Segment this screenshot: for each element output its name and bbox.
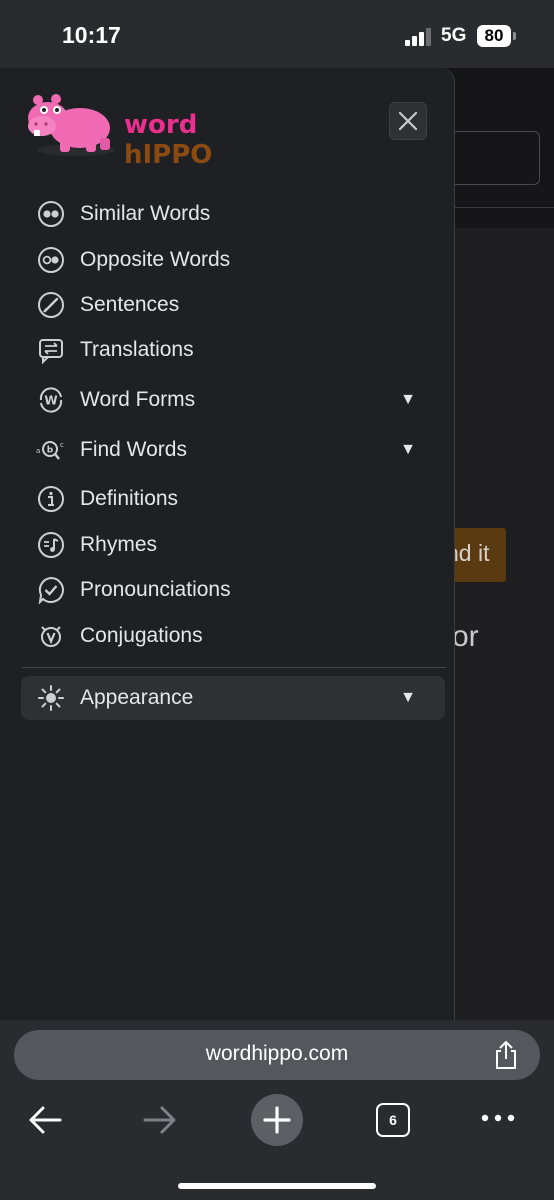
plus-icon [263,1106,291,1134]
background-divider [450,207,554,208]
logo-text: word hIPPO [124,110,274,170]
sun-icon [34,681,68,715]
menu-item-find-words[interactable]: abc Find Words ▼ [34,430,424,470]
back-arrow-icon[interactable] [28,1104,62,1136]
logo-hippo: hIPPO [124,140,213,170]
svg-text:b: b [47,446,54,456]
chevron-down-icon[interactable]: ▼ [400,689,416,707]
signal-icon [405,28,431,46]
menu-item-label: Appearance [80,686,194,709]
svg-text:c: c [60,441,64,449]
wordhippo-logo[interactable]: word hIPPO [24,88,274,170]
menu-item-label: Rhymes [80,533,158,556]
network-label: 5G [441,25,467,46]
url-text[interactable]: wordhippo.com [0,1042,554,1066]
menu-item-label: Similar Words [80,202,211,225]
menu-item-label: Translations [80,338,194,361]
share-icon[interactable] [493,1040,519,1070]
translations-icon [34,333,68,367]
tab-switcher-button[interactable]: 6 [376,1103,410,1137]
menu-item-translations[interactable]: Translations [34,330,424,370]
rhymes-icon [34,528,68,562]
menu-item-pronounciations[interactable]: Pronounciations [34,570,424,610]
similar-words-icon [34,197,68,231]
menu-item-label: Sentences [80,293,180,316]
battery-tip [513,32,516,40]
menu-item-label: Opposite Words [80,248,231,271]
menu-item-opposite-words[interactable]: Opposite Words [34,240,424,280]
menu-item-word-forms[interactable]: W Word Forms ▼ [34,380,424,420]
menu-item-label: Word Forms [80,388,196,411]
close-icon [398,111,418,131]
definitions-icon [34,482,68,516]
background-text: or [452,620,479,653]
menu-item-definitions[interactable]: Definitions [34,479,424,519]
menu-item-label: Find Words [80,438,187,461]
pronounciations-icon [34,573,68,607]
menu-item-conjugations[interactable]: Conjugations [34,616,424,656]
new-tab-button[interactable] [251,1094,303,1146]
status-bar: 10:17 5G 80 [0,0,554,68]
opposite-words-icon [34,243,68,277]
sentences-icon [34,288,68,322]
menu-item-rhymes[interactable]: Rhymes [34,525,424,565]
home-indicator [178,1183,376,1189]
svg-text:a: a [36,447,40,455]
battery-icon: 80 [477,25,511,47]
close-drawer-button[interactable] [389,102,427,140]
menu-item-sentences[interactable]: Sentences [34,285,424,325]
menu-item-appearance[interactable]: Appearance ▼ [34,678,424,718]
status-time: 10:17 [62,22,121,48]
forward-arrow-icon[interactable] [143,1104,177,1136]
more-options-icon[interactable] [480,1108,516,1128]
word-forms-icon: W [34,383,68,417]
menu-item-label: Conjugations [80,624,203,647]
menu-item-similar-words[interactable]: Similar Words [34,194,424,234]
svg-text:W: W [44,394,57,408]
chevron-down-icon[interactable]: ▼ [400,441,416,459]
logo-word: word [124,110,198,140]
menu-item-label: Pronounciations [80,578,231,601]
menu-divider [22,667,446,668]
conjugations-icon [34,619,68,653]
menu-item-label: Definitions [80,487,179,510]
chevron-down-icon[interactable]: ▼ [400,391,416,409]
find-words-icon: abc [34,433,68,467]
